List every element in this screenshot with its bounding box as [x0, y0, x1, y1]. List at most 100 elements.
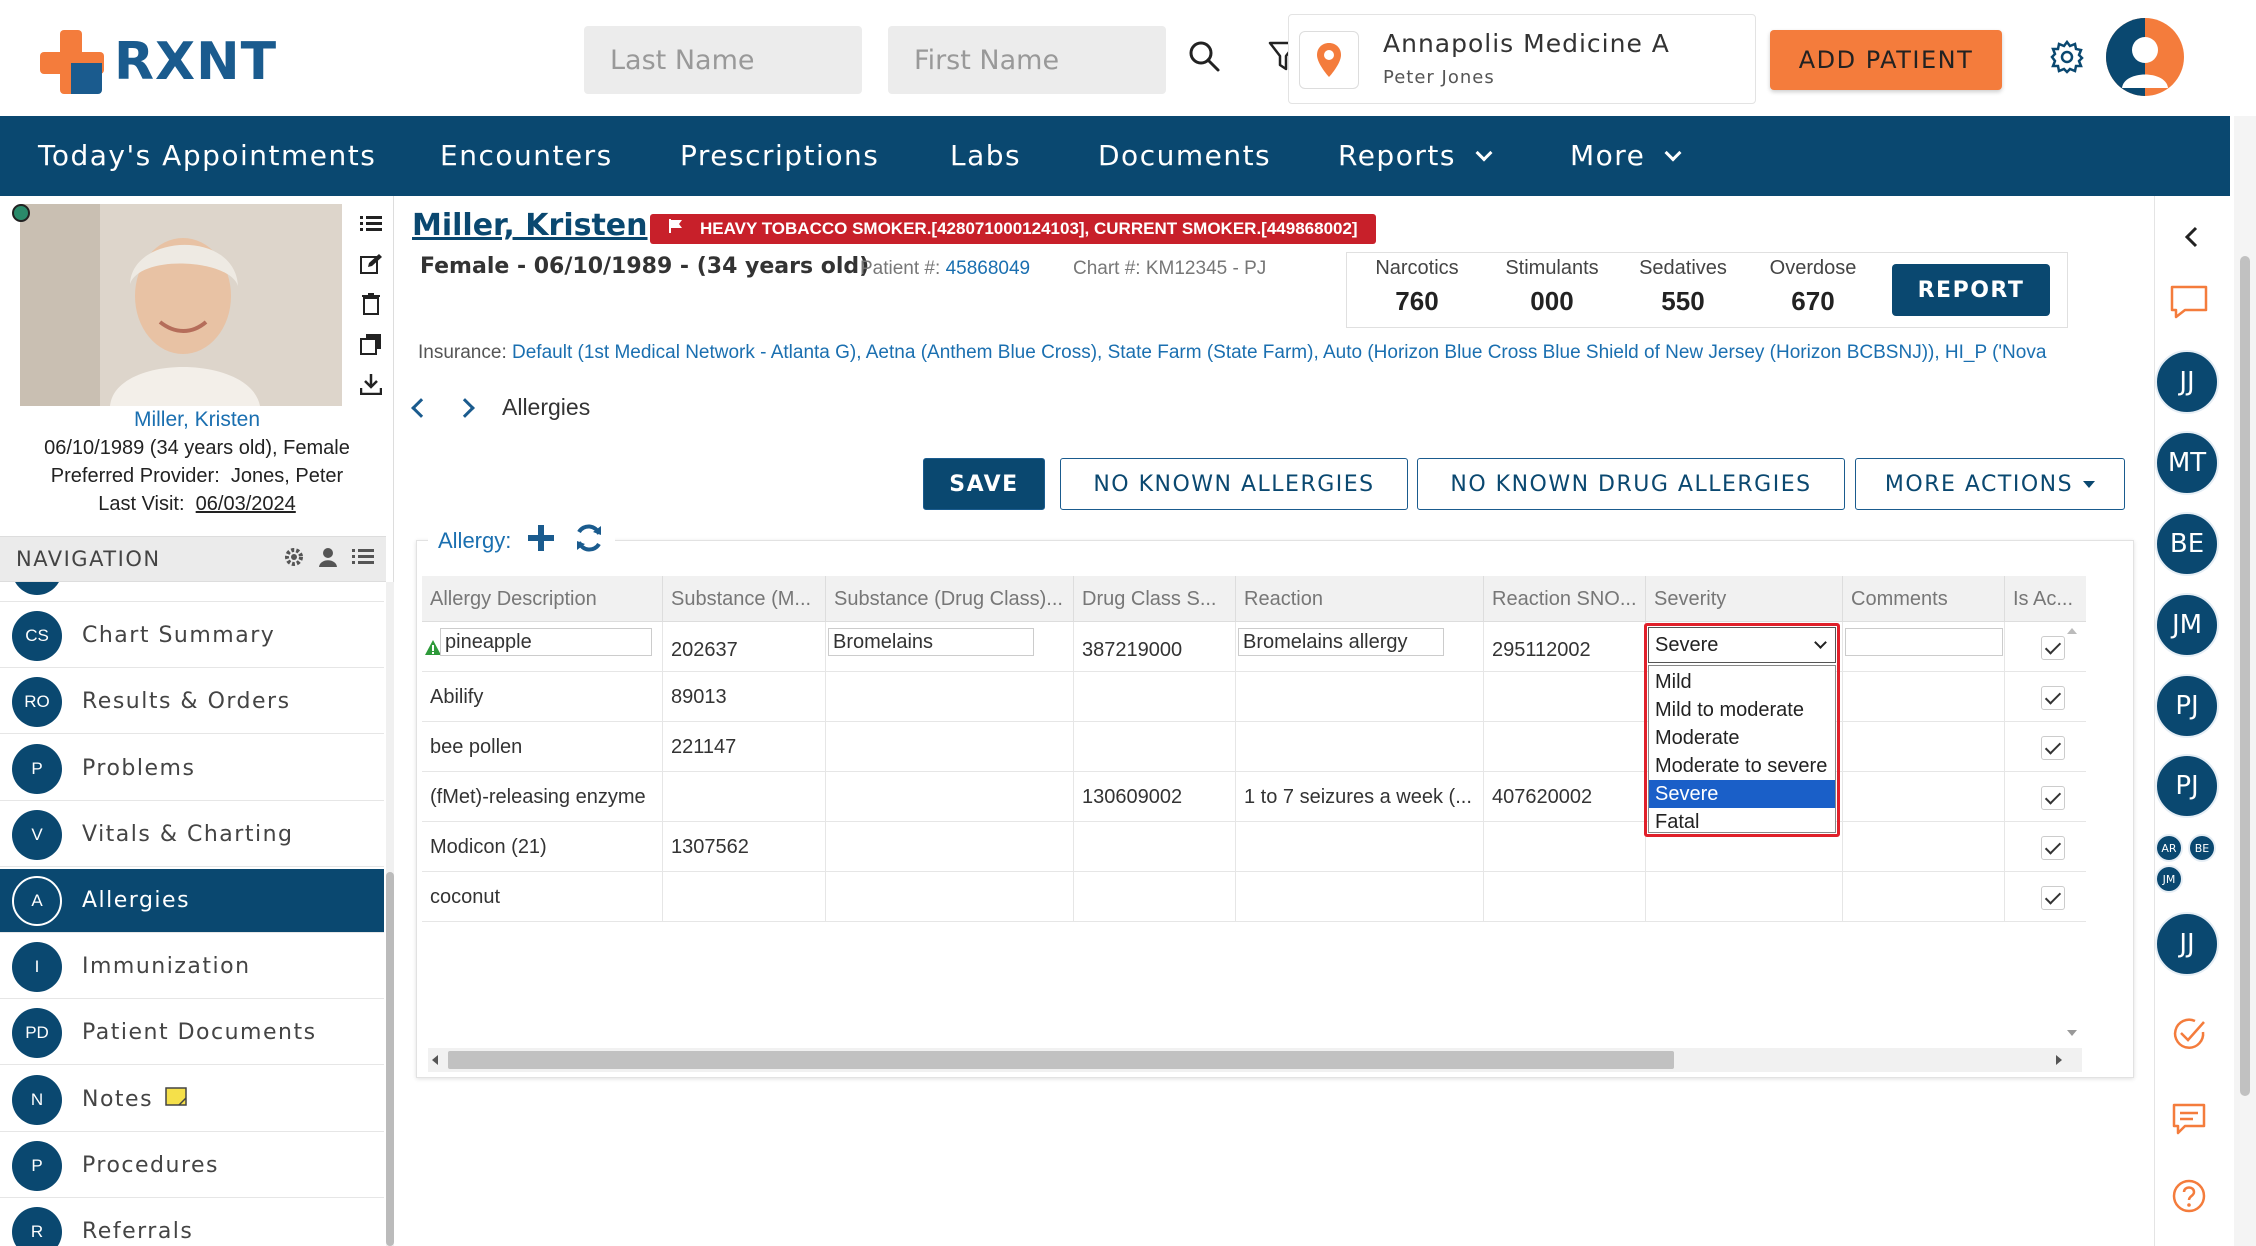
person-icon[interactable] [318, 547, 338, 572]
table-row[interactable]: coconut [422, 872, 2086, 922]
task-check-icon[interactable] [2171, 1016, 2207, 1057]
grid-vertical-scrollbar[interactable] [2062, 622, 2082, 1042]
scrollbar-thumb[interactable] [386, 872, 394, 1246]
user-circle[interactable]: JJ [2155, 912, 2219, 976]
col-severity[interactable]: Severity [1646, 576, 1843, 622]
patient-card-name[interactable]: Miller, Kristen [0, 406, 394, 434]
gear-icon[interactable] [2046, 36, 2088, 78]
nav-patient-documents[interactable]: PD Patient Documents [0, 1001, 384, 1065]
nav-labs[interactable]: Labs [950, 116, 1021, 196]
chart-number: Chart #: KM12345 - PJ [1073, 258, 1267, 279]
edit-icon[interactable] [354, 244, 388, 284]
user-circle[interactable]: PJ [2155, 674, 2219, 738]
col-reaction-sno[interactable]: Reaction SNO... [1484, 576, 1646, 622]
page-scrollbar[interactable] [2234, 116, 2256, 1246]
user-circle[interactable]: JJ [2155, 350, 2219, 414]
report-button[interactable]: REPORT [1892, 264, 2050, 316]
download-icon[interactable] [354, 364, 388, 404]
patient-name-link[interactable]: Miller, Kristen [412, 208, 648, 243]
col-drug-class-s[interactable]: Drug Class S... [1074, 576, 1236, 622]
last-visit-value[interactable]: 06/03/2024 [196, 493, 296, 515]
plus-icon[interactable] [527, 524, 555, 557]
nav-encounters[interactable]: Encounters [440, 116, 613, 196]
insurance-value[interactable]: Default (1st Medical Network - Atlanta G… [512, 342, 2046, 363]
user-circle-small[interactable]: BE [2188, 834, 2216, 862]
list-icon[interactable] [352, 548, 374, 571]
col-substance[interactable]: Substance (M... [663, 576, 826, 622]
last-name-input[interactable] [584, 26, 862, 94]
nav-more[interactable]: More [1570, 116, 1682, 196]
user-circle[interactable]: JM [2155, 593, 2219, 657]
nav-badge [12, 582, 62, 595]
cell-comments[interactable] [1843, 622, 2005, 672]
col-comments[interactable]: Comments [1843, 576, 2005, 622]
nav-results-orders[interactable]: RO Results & Orders [0, 670, 384, 734]
cell-substance [663, 772, 826, 822]
nav-notes[interactable]: N Notes [0, 1068, 384, 1132]
trash-icon[interactable] [354, 284, 388, 324]
reaction-input[interactable]: Bromelains allergy [1238, 628, 1444, 656]
nav-problems[interactable]: P Problems [0, 737, 384, 801]
location-selector[interactable]: Annapolis Medicine A Peter Jones [1288, 14, 1756, 104]
col-allergy-description[interactable]: Allergy Description [422, 576, 663, 622]
chevron-left-icon[interactable] [2183, 226, 2199, 253]
cell-allergy-description[interactable]: pineapple [422, 622, 663, 672]
allergy-description-input[interactable]: pineapple [440, 628, 652, 656]
first-name-input[interactable] [888, 26, 1166, 94]
user-avatar[interactable] [2106, 18, 2184, 96]
scrollbar-thumb[interactable] [2240, 256, 2250, 1096]
back-arrow-icon[interactable] [411, 397, 431, 418]
comments-input[interactable] [1845, 628, 2003, 656]
navigation-header: NAVIGATION [0, 536, 386, 582]
rxnt-logo[interactable]: RXNT [40, 30, 277, 94]
scroll-right-icon[interactable] [2056, 1055, 2062, 1065]
nav-chart-summary[interactable]: CS Chart Summary [0, 604, 384, 668]
patient-number: Patient #: 45868049 [860, 258, 1030, 280]
navigation-scrollbar[interactable] [386, 582, 394, 1246]
search-icon[interactable] [1184, 36, 1224, 76]
scrollbar-thumb[interactable] [448, 1051, 1674, 1069]
nav-label: Notes [82, 1087, 154, 1112]
copy-icon[interactable] [354, 324, 388, 364]
nav-reports[interactable]: Reports [1338, 116, 1493, 196]
col-is-active[interactable]: Is Ac... [2005, 576, 2086, 622]
nav-label: Allergies [82, 888, 191, 913]
chat-icon[interactable] [2169, 284, 2209, 325]
no-known-drug-allergies-button[interactable]: NO KNOWN DRUG ALLERGIES [1417, 458, 1845, 510]
nav-badge: A [12, 875, 62, 926]
cell-reaction[interactable]: Bromelains allergy [1236, 622, 1484, 672]
grid-horizontal-scrollbar[interactable] [428, 1048, 2082, 1072]
drug-class-input[interactable]: Bromelains [828, 628, 1034, 656]
user-circle[interactable]: BE [2155, 512, 2219, 576]
col-substance-drug-class[interactable]: Substance (Drug Class)... [826, 576, 1074, 622]
pdmp-label: Stimulants [1505, 257, 1599, 279]
message-icon[interactable] [2171, 1102, 2207, 1141]
help-icon[interactable] [2171, 1178, 2207, 1219]
nav-todays-appointments[interactable]: Today's Appointments [38, 116, 376, 196]
nav-immunization[interactable]: I Immunization [0, 935, 384, 999]
nav-documents[interactable]: Documents [1098, 116, 1271, 196]
more-actions-button[interactable]: MORE ACTIONS [1855, 458, 2125, 510]
smoker-alert-badge[interactable]: HEAVY TOBACCO SMOKER.[428071000124103], … [650, 214, 1376, 244]
patient-number-value[interactable]: 45868049 [946, 258, 1031, 279]
location-user: Peter Jones [1383, 67, 1495, 88]
col-reaction[interactable]: Reaction [1236, 576, 1484, 622]
add-patient-button[interactable]: ADD PATIENT [1770, 30, 2002, 90]
nav-vitals-charting[interactable]: V Vitals & Charting [0, 803, 384, 867]
scroll-left-icon[interactable] [432, 1055, 438, 1065]
nav-prescriptions[interactable]: Prescriptions [680, 116, 879, 196]
refresh-icon[interactable] [573, 522, 605, 559]
user-circle-small[interactable]: JM [2155, 865, 2183, 893]
gear-icon[interactable] [284, 547, 304, 572]
user-circle[interactable]: PJ [2155, 754, 2219, 818]
no-known-allergies-button[interactable]: NO KNOWN ALLERGIES [1060, 458, 1408, 510]
user-circle-small[interactable]: AR [2155, 834, 2183, 862]
cell-drug-class[interactable]: Bromelains [826, 622, 1074, 672]
nav-referrals[interactable]: R Referrals [0, 1200, 384, 1246]
forward-arrow-icon[interactable] [455, 397, 475, 418]
nav-procedures[interactable]: P Procedures [0, 1134, 384, 1198]
nav-allergies[interactable]: A Allergies [0, 869, 384, 933]
list-icon[interactable] [354, 204, 388, 244]
user-circle[interactable]: MT [2155, 431, 2219, 495]
save-button[interactable]: SAVE [923, 458, 1045, 510]
